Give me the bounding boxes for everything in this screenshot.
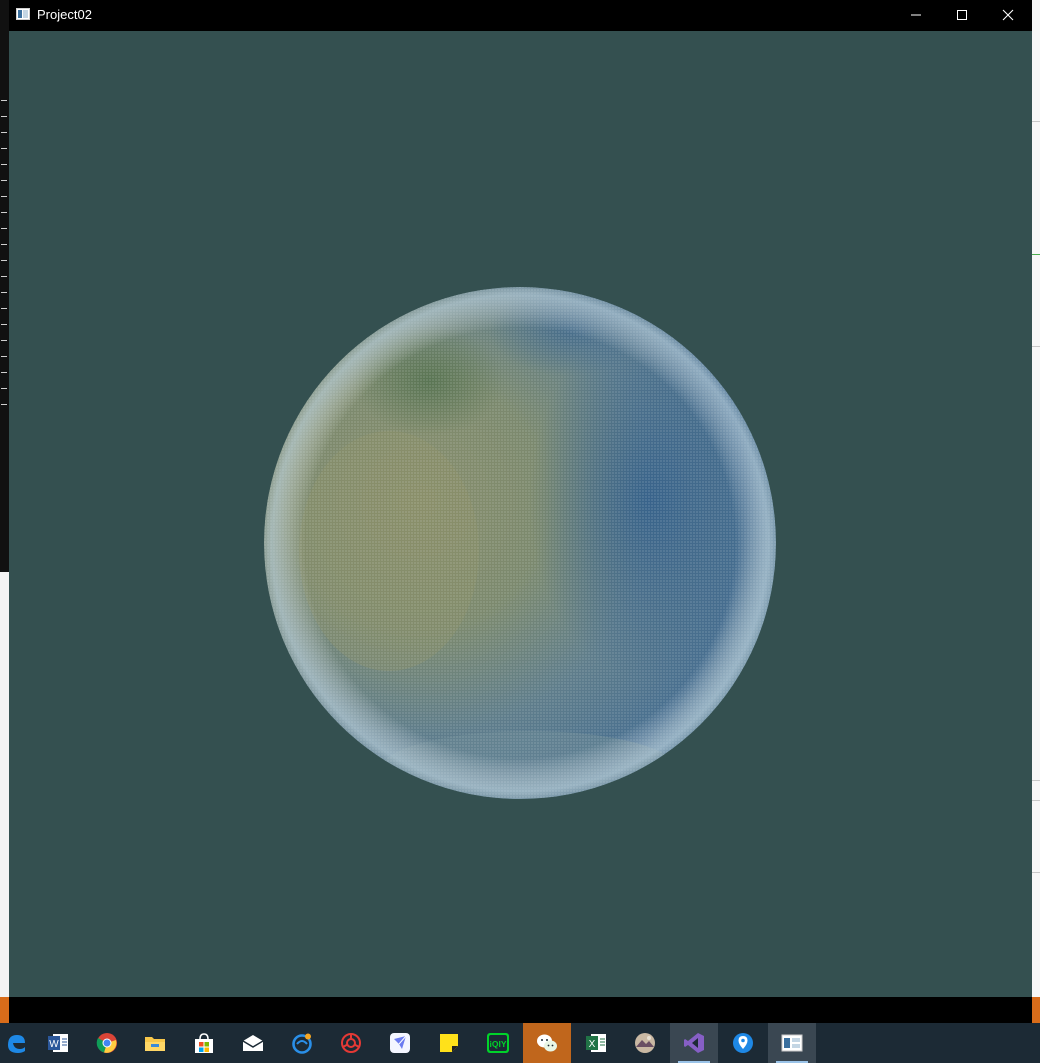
- background-dash: [1, 212, 7, 213]
- sticky-notes-icon: [440, 1034, 458, 1052]
- background-dash: [1, 132, 7, 133]
- opengl-canvas[interactable]: [9, 31, 1032, 997]
- file-explorer-icon: [145, 1037, 165, 1051]
- background-dash: [1, 244, 7, 245]
- background-dash: [1, 260, 7, 261]
- taskbar-chrome[interactable]: [83, 1023, 131, 1063]
- window-title: Project02: [37, 7, 92, 22]
- project02-window-icon: [781, 1034, 803, 1052]
- excel-icon: X: [586, 1034, 606, 1052]
- sphere-render: [264, 287, 776, 799]
- maps-icon: [733, 1033, 753, 1053]
- svg-text:X: X: [589, 1039, 596, 1050]
- security-red-icon: [341, 1033, 361, 1053]
- feishu-icon: [390, 1033, 410, 1053]
- background-dash: [1, 196, 7, 197]
- background-dash: [1, 164, 7, 165]
- wechat-icon: [537, 1034, 557, 1052]
- minimize-button[interactable]: [893, 0, 939, 31]
- taskbar-wechat[interactable]: [523, 1023, 571, 1063]
- taskbar-maps[interactable]: [719, 1023, 767, 1063]
- visual-studio-icon: [684, 1033, 704, 1053]
- taskbar-store[interactable]: [180, 1023, 228, 1063]
- app-window-icon[interactable]: [16, 8, 30, 20]
- background-window-left-lower: [0, 572, 9, 997]
- chrome-icon: [96, 1033, 117, 1053]
- close-icon: [1002, 9, 1014, 21]
- maximize-button[interactable]: [939, 0, 985, 31]
- taskbar-photos[interactable]: [621, 1023, 669, 1063]
- taskbar-mail[interactable]: [229, 1023, 277, 1063]
- word-icon: W: [48, 1034, 68, 1052]
- background-dash: [1, 276, 7, 277]
- taskbar-messenger[interactable]: [376, 1023, 424, 1063]
- taskbar-word[interactable]: W: [34, 1023, 82, 1063]
- background-dash: [1, 404, 7, 405]
- taskbar-security[interactable]: [327, 1023, 375, 1063]
- photo-app-icon: [635, 1033, 655, 1053]
- background-window-left: [0, 0, 9, 572]
- taskbar-browser-blue[interactable]: [278, 1023, 326, 1063]
- background-dash: [1, 372, 7, 373]
- sphere-body: [264, 287, 776, 799]
- background-dash: [1, 228, 7, 229]
- minimize-icon: [911, 14, 921, 16]
- background-dash: [1, 100, 7, 101]
- taskbar-visual-studio[interactable]: [670, 1023, 718, 1063]
- mail-icon: [242, 1035, 264, 1051]
- background-dash: [1, 388, 7, 389]
- background-window-right: [1032, 0, 1040, 1023]
- background-dash: [1, 148, 7, 149]
- taskbar-sticky-notes[interactable]: [425, 1023, 473, 1063]
- background-dash: [1, 340, 7, 341]
- svg-text:iQIY: iQIY: [489, 1039, 506, 1049]
- background-dash: [1, 324, 7, 325]
- title-bar[interactable]: Project02: [9, 0, 1032, 31]
- background-dash: [1, 308, 7, 309]
- background-dash: [1, 116, 7, 117]
- background-dash: [1, 356, 7, 357]
- background-dash: [1, 180, 7, 181]
- edge-icon: [8, 1035, 25, 1053]
- store-icon: [195, 1033, 213, 1053]
- maximize-icon: [957, 10, 967, 20]
- svg-text:W: W: [49, 1039, 59, 1050]
- taskbar-file-explorer[interactable]: [131, 1023, 179, 1063]
- close-button[interactable]: [985, 0, 1031, 31]
- iqiyi-icon: iQIY: [487, 1033, 509, 1053]
- taskbar-iqiyi[interactable]: iQIY: [474, 1023, 522, 1063]
- taskbar-excel[interactable]: X: [572, 1023, 620, 1063]
- app-window: Project02: [9, 0, 1032, 1023]
- taskbar: W iQIY X: [0, 1023, 1040, 1063]
- taskbar-project02[interactable]: [768, 1023, 816, 1063]
- background-dash: [1, 292, 7, 293]
- browser-blue-icon: [292, 1033, 312, 1054]
